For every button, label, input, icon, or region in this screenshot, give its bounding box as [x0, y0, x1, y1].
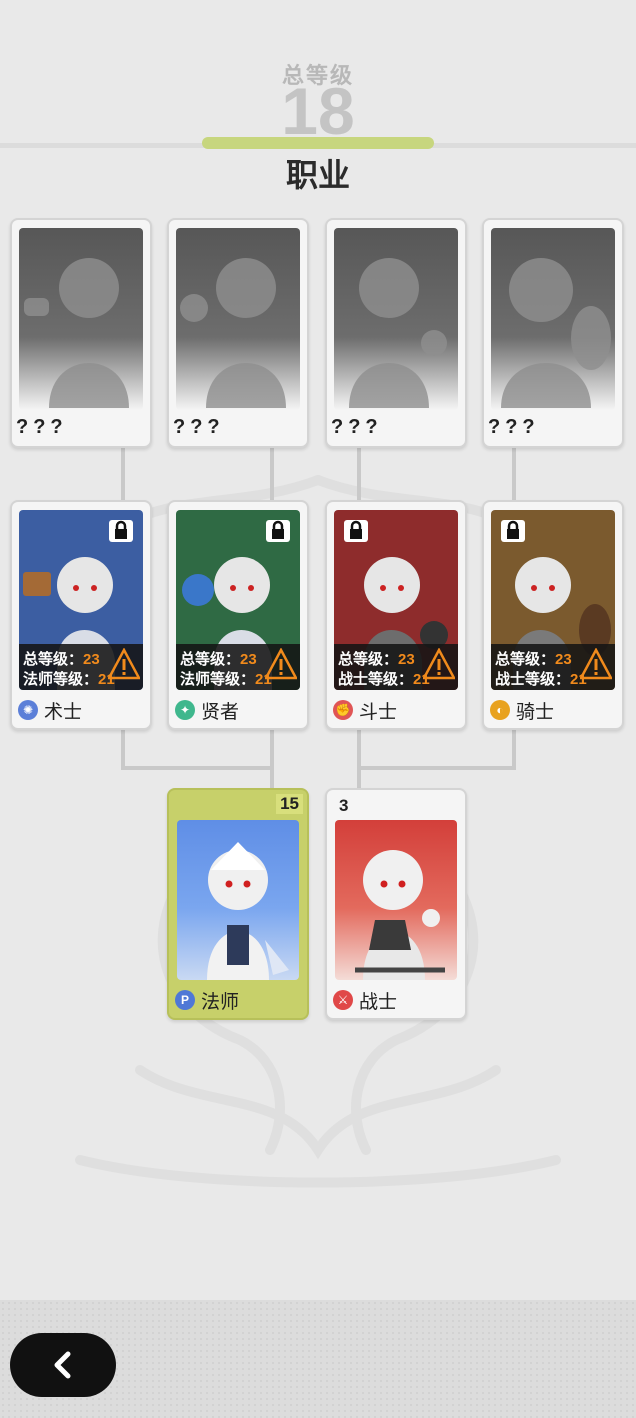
class-label-row: ✦ 贤者: [175, 697, 239, 723]
class-label-row: ✊ 斗士: [333, 697, 397, 723]
class-name: 战士: [359, 991, 398, 1013]
silhouette-portrait: [176, 228, 300, 410]
silhouette-icon: [180, 258, 286, 408]
class-card-brawler[interactable]: 总等级：23 战士等级：21 ✊ 斗士: [325, 500, 467, 730]
header: 总等级 18 职业: [0, 0, 636, 200]
mage-icon: P: [175, 990, 195, 1010]
unknown-class-name: ???: [331, 416, 383, 438]
unknown-class-card[interactable]: ???: [325, 218, 467, 448]
silhouette-icon: [349, 258, 447, 408]
requirement-class: 战士等级：21: [495, 671, 587, 688]
warning-icon: [423, 648, 455, 680]
class-level-badge: 15: [276, 794, 303, 814]
class-name: 骑士: [516, 701, 555, 723]
requirement-total: 总等级：23: [495, 651, 572, 668]
tree-connector: [512, 730, 516, 768]
class-label-row: ⚔ 战士: [333, 987, 397, 1013]
class-portrait: [177, 820, 299, 980]
class-name: 法师: [201, 991, 240, 1013]
orb-icon: ✦: [175, 700, 195, 720]
tree-connector: [121, 730, 125, 768]
class-portrait: 总等级：23 法师等级：21: [19, 510, 143, 690]
requirement-total: 总等级：23: [23, 651, 100, 668]
class-label-row: P 法师: [175, 987, 239, 1013]
warning-icon: [108, 648, 140, 680]
tree-connector: [512, 448, 516, 500]
unknown-class-card[interactable]: ???: [167, 218, 309, 448]
lock-icon: [344, 520, 368, 542]
silhouette-icon: [501, 258, 611, 408]
unknown-class-name: ???: [488, 416, 540, 438]
class-portrait: 总等级：23 战士等级：21: [334, 510, 458, 690]
requirement-class: 战士等级：21: [338, 671, 430, 688]
silhouette-portrait: [334, 228, 458, 410]
warning-icon: [265, 648, 297, 680]
class-name: 贤者: [201, 701, 240, 723]
character-illustration: [207, 842, 289, 980]
class-portrait: [335, 820, 457, 980]
unlock-requirements: 总等级：23 法师等级：21: [176, 644, 300, 690]
tree-connector: [121, 448, 125, 500]
class-card-sage[interactable]: 总等级：23 法师等级：21 ✦ 贤者: [167, 500, 309, 730]
unknown-class-name: ???: [173, 416, 225, 438]
requirement-total: 总等级：23: [338, 651, 415, 668]
silhouette-portrait: [19, 228, 143, 410]
chevron-left-icon: [54, 1351, 71, 1379]
sword-icon: ⚔: [333, 990, 353, 1010]
class-card-warlock[interactable]: 总等级：23 法师等级：21 ✺ 术士: [10, 500, 152, 730]
requirement-class: 法师等级：21: [180, 671, 272, 688]
tree-connector: [357, 766, 516, 770]
class-name: 术士: [44, 701, 83, 723]
total-level-value: 18: [281, 74, 355, 148]
class-name: 斗士: [359, 701, 398, 723]
class-label-row: ✺ 术士: [18, 697, 82, 723]
lock-icon: [109, 520, 133, 542]
page-title: 职业: [285, 157, 350, 193]
class-label-row: ◐ 骑士: [490, 697, 554, 723]
unknown-class-name: ???: [16, 416, 68, 438]
requirement-class: 法师等级：21: [23, 671, 115, 688]
class-portrait: 总等级：23 法师等级：21: [176, 510, 300, 690]
tree-connector: [270, 730, 274, 788]
class-card-warrior[interactable]: 3 ⚔ 战士: [325, 788, 467, 1020]
warning-icon: [580, 648, 612, 680]
character-illustration: [355, 850, 445, 980]
class-level-badge: 3: [339, 796, 349, 815]
tree-connector: [357, 448, 361, 500]
class-card-mage[interactable]: 15 P 法师: [167, 788, 309, 1020]
tree-connector: [121, 766, 274, 770]
silhouette-icon: [24, 258, 129, 408]
lock-icon: [501, 520, 525, 542]
back-button[interactable]: [10, 1333, 116, 1397]
requirement-total: 总等级：23: [180, 651, 257, 668]
unknown-class-card[interactable]: ???: [482, 218, 624, 448]
unlock-requirements: 总等级：23 战士等级：21: [491, 644, 615, 690]
fist-icon: ✊: [333, 700, 353, 720]
swirl-icon: ✺: [18, 700, 38, 720]
unlock-requirements: 总等级：23 法师等级：21: [19, 644, 143, 690]
silhouette-portrait: [491, 228, 615, 410]
tree-connector: [357, 730, 361, 788]
tree-connector: [270, 448, 274, 500]
class-portrait: 总等级：23 战士等级：21: [491, 510, 615, 690]
class-card-knight[interactable]: 总等级：23 战士等级：21 ◐ 骑士: [482, 500, 624, 730]
shield-icon: ◐: [490, 700, 510, 720]
lock-icon: [266, 520, 290, 542]
unlock-requirements: 总等级：23 战士等级：21: [334, 644, 458, 690]
unknown-class-card[interactable]: ???: [10, 218, 152, 448]
total-level-bar: [202, 137, 434, 149]
